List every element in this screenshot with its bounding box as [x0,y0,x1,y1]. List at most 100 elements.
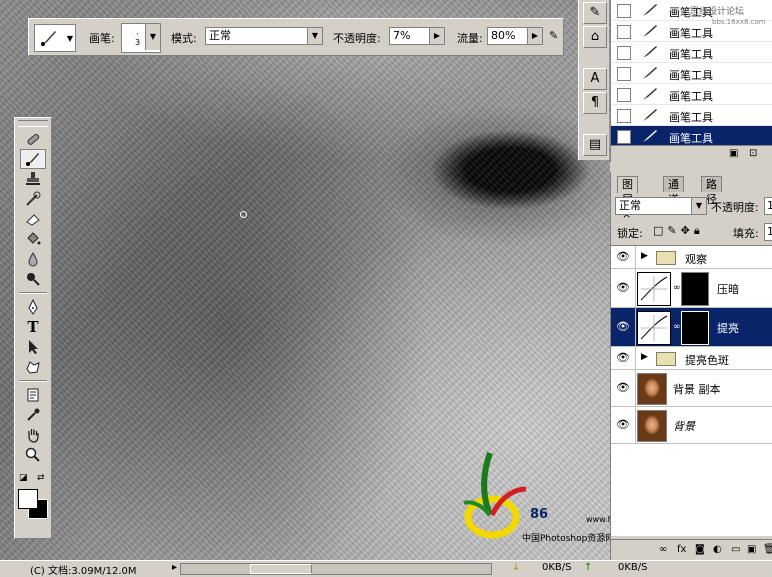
blur-tool[interactable] [20,249,46,269]
link-icon[interactable]: ∞ [673,283,681,293]
tab-channels[interactable]: 通道 [663,176,684,206]
lock-transparency-icon[interactable]: □ [653,224,667,237]
eye-icon[interactable]: 👁︎ [615,381,631,395]
adjustment-layer-icon[interactable]: ◐ [713,544,722,555]
chevron-right-icon[interactable]: ▶ [429,28,444,44]
options-bar: ▼ 画笔: · 3 ▼ 模式: 正常 ▼ 不透明度: 7% ▶ 流量: 80% … [28,18,564,56]
delete-layer-icon[interactable]: 🗑︎ [763,544,772,555]
layer-thumbnail [637,373,667,405]
eye-icon[interactable]: 👁︎ [615,320,631,334]
add-mask-icon[interactable]: ◙ [695,544,705,555]
toolbox-grip[interactable] [18,120,48,127]
eraser-tool[interactable] [20,209,46,229]
eyedropper-tool[interactable] [20,405,46,425]
layer-row-adjustment[interactable]: 👁︎ ∞ 压暗 [611,269,772,308]
history-checkbox[interactable] [617,4,631,18]
eye-icon[interactable]: 👁︎ [615,418,631,432]
stamp-tool[interactable] [20,169,46,189]
airbrush-icon[interactable]: ✎ [549,29,558,42]
history-checkbox[interactable] [617,25,631,39]
default-colors-icon[interactable]: ◪ [19,473,28,483]
mode-select[interactable]: 正常 ▼ [205,27,323,45]
blend-mode-select[interactable]: 正常 ▼ [615,197,707,215]
fill-field[interactable]: 1 [764,223,772,241]
history-item[interactable]: 画笔工具 [611,84,772,105]
link-icon[interactable]: ∞ [673,322,681,332]
curves-icon [637,272,671,306]
history-item-label: 画笔工具 [669,48,713,61]
brush-tool[interactable] [20,149,46,169]
layer-style-icon[interactable]: fx [677,544,686,555]
eye-icon[interactable]: 👁︎ [615,250,631,264]
horizontal-scrollbar[interactable] [180,563,492,575]
top-watermark-url: bbs.16xx8.com [712,18,766,26]
history-brush-tool[interactable] [20,189,46,209]
chevron-right-icon[interactable]: ▸ [172,562,177,573]
path-selection-tool[interactable] [20,337,46,357]
history-checkbox[interactable] [617,109,631,123]
swap-colors-icon[interactable]: ⇄ [37,473,45,483]
brush-icon [643,88,657,100]
history-checkbox[interactable] [617,67,631,81]
foreground-color-swatch[interactable] [18,489,38,509]
layer-mask-thumbnail[interactable] [681,311,709,345]
history-checkbox[interactable] [617,88,631,102]
pen-tool[interactable] [20,297,46,317]
lock-pixels-icon[interactable]: ✎ [667,224,680,237]
chevron-right-icon[interactable]: ▶ [527,28,542,44]
eye-icon[interactable]: 👁︎ [615,351,631,365]
healing-brush-tool[interactable] [20,129,46,149]
layer-row-group[interactable]: 👁︎ ▶ 观察 [611,246,772,269]
new-group-icon[interactable]: ▭ [731,544,740,555]
new-snapshot-icon[interactable]: ⊡ [749,148,757,159]
layer-row-photo[interactable]: 👁︎ 背景 副本 [611,370,772,407]
zoom-tool[interactable] [20,445,46,465]
flow-field[interactable]: 80% ▶ [487,27,543,45]
brush-picker[interactable]: · 3 ▼ [121,23,161,53]
expand-triangle-icon[interactable]: ▶ [641,251,648,261]
layer-opacity-field[interactable]: 1 [764,197,772,215]
document-info[interactable]: (C) 文档:3.09M/12.0M [30,562,137,577]
dodge-icon [27,273,40,286]
custom-shape-tool[interactable] [20,357,46,377]
curves-icon [637,311,671,345]
layer-row-group[interactable]: 👁︎ ▶ 提亮色斑 [611,347,772,370]
new-document-icon[interactable]: ▣ [729,148,738,159]
opacity-field[interactable]: 7% ▶ [389,27,445,45]
history-item-current[interactable]: 画笔工具 [611,126,772,147]
history-item[interactable]: 画笔工具 [611,63,772,84]
expand-triangle-icon[interactable]: ▶ [641,352,648,362]
lock-all-icon[interactable]: 🔒︎ [694,224,704,237]
dodge-tool[interactable] [20,269,46,289]
layer-row-adjustment-selected[interactable]: 👁︎ ∞ 提亮 [611,308,772,347]
layer-mask-thumbnail[interactable] [681,272,709,306]
history-item[interactable]: 画笔工具 [611,105,772,126]
layer-row-background[interactable]: 👁︎ 背景 [611,407,772,444]
dock-button-paragraph[interactable]: ¶ [583,92,607,114]
eye-icon[interactable]: 👁︎ [615,281,631,295]
history-checkbox[interactable] [617,46,631,60]
lock-position-icon[interactable]: ✥ [681,224,694,237]
history-checkbox[interactable] [617,130,631,144]
tab-layers[interactable]: 图层 × [617,176,638,221]
tab-paths[interactable]: 路径 [701,176,722,206]
type-tool[interactable]: T [20,317,46,337]
chevron-down-icon: ▼ [145,24,160,50]
scrollbar-thumb[interactable] [250,564,312,574]
dock-button-character[interactable]: A [583,68,607,90]
brush-label: 画笔: [89,32,115,45]
dock-button-stamp[interactable]: ⌂ [583,26,607,48]
dock-button-notes[interactable]: ▤ [583,134,607,156]
link-layers-icon[interactable]: ∞ [659,544,667,555]
notes-tool[interactable] [20,385,46,405]
color-swatches: ◪ ⇄ [15,469,51,519]
layer-name: 提亮 [717,322,739,335]
hand-tool[interactable] [20,425,46,445]
86ps-logo-icon [463,451,527,539]
dock-button-tool-presets[interactable]: ✎ [583,2,607,24]
tool-preset-picker[interactable]: ▼ [34,24,76,52]
paint-bucket-tool[interactable] [20,229,46,249]
history-item[interactable]: 画笔工具 [611,42,772,63]
new-layer-icon[interactable]: ▣ [747,544,756,555]
character-icon: A [590,71,600,86]
